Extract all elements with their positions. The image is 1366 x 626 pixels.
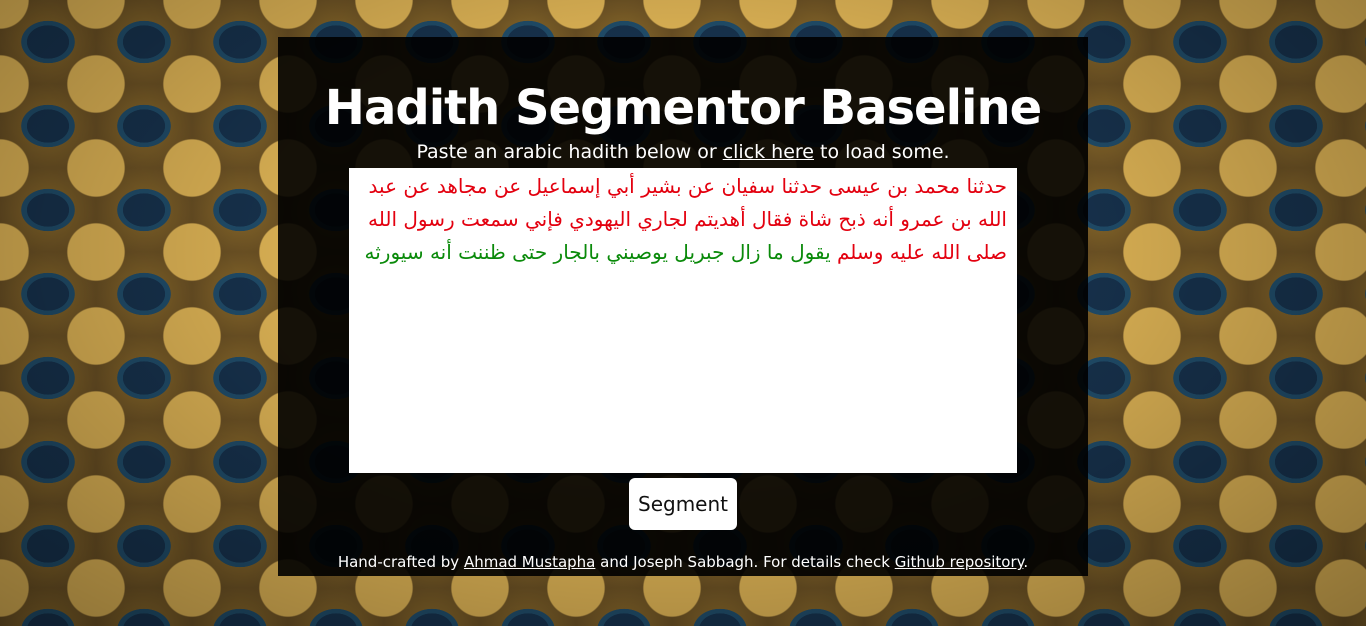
hadith-input[interactable]: حدثنا محمد بن عيسى حدثنا سفيان عن بشير أ… (349, 168, 1017, 473)
segment-matn: يقول ما زال جبريل يوصيني بالجار حتى ظننت… (364, 240, 831, 264)
footer: Hand-crafted by Ahmad Mustapha and Josep… (0, 551, 1366, 573)
github-repo-link[interactable]: Github repository (895, 553, 1024, 571)
page: { "header": { "title": "Hadith Segmentor… (0, 0, 1366, 626)
author-link[interactable]: Ahmad Mustapha (464, 553, 595, 571)
instructions-prefix: Paste an arabic hadith below or (416, 141, 723, 163)
footer-suffix: . (1023, 553, 1029, 571)
instructions-suffix: to load some. (814, 141, 950, 163)
instructions: Paste an arabic hadith below or click he… (0, 139, 1366, 165)
load-examples-link[interactable]: click here (723, 141, 814, 163)
footer-prefix: Hand-crafted by (337, 553, 464, 571)
footer-middle: and Joseph Sabbagh. For details check (595, 553, 895, 571)
segment-button[interactable]: Segment (629, 478, 737, 530)
page-title: Hadith Segmentor Baseline (324, 80, 1042, 136)
